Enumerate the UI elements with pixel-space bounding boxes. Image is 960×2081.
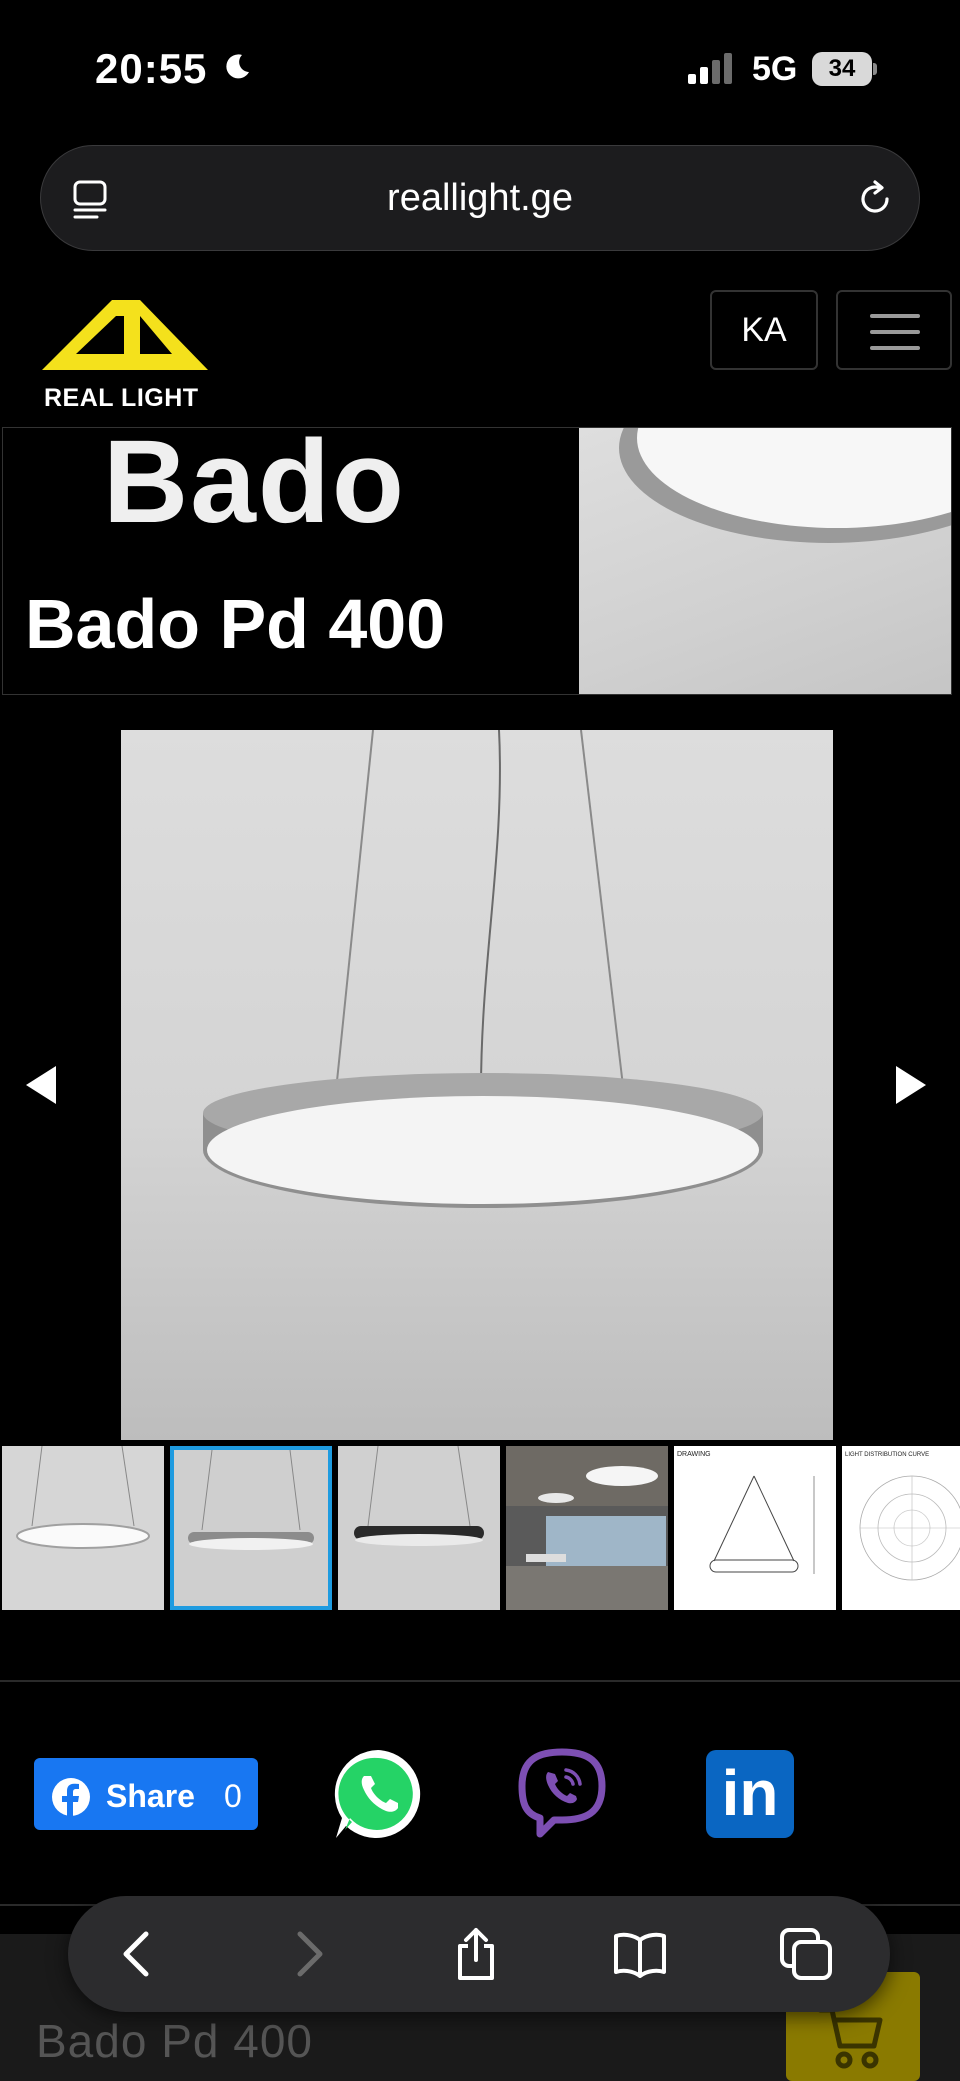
hero-subtitle: Bado Pd 400 <box>25 585 446 663</box>
battery-icon: 34 <box>812 52 877 86</box>
back-icon[interactable] <box>112 1926 168 1982</box>
tabs-icon[interactable] <box>778 1926 834 1982</box>
thumb-image <box>506 1446 668 1610</box>
thumb-distribution-curve[interactable]: LIGHT DISTRIBUTION CURVE <box>842 1446 960 1610</box>
moon-icon <box>226 54 249 79</box>
linkedin-label: in <box>721 1757 779 1829</box>
status-time: 20:55 <box>95 45 208 92</box>
viber-icon[interactable] <box>512 1744 612 1844</box>
thumb-drawing[interactable]: DRAWING <box>674 1446 836 1610</box>
bookmarks-icon[interactable] <box>612 1926 668 1982</box>
cart-icon <box>817 2007 883 2069</box>
real-light-logo[interactable]: REAL LIGHT <box>40 290 210 412</box>
pendant-lamp-image <box>203 730 763 1208</box>
network-label: 5G <box>752 50 798 88</box>
thumbnail-strip: DRAWING LIGHT DISTRIBUTION CURVE <box>0 1446 960 1610</box>
menu-button[interactable] <box>836 290 952 370</box>
facebook-share-label: Share <box>106 1778 195 1814</box>
status-bar: 20:55 5G 34 <box>0 0 960 140</box>
share-icon[interactable] <box>448 1926 504 1982</box>
main-product-image[interactable] <box>121 730 833 1440</box>
product-bar-title: Bado Pd 400 <box>36 2015 314 2067</box>
battery-level: 34 <box>812 52 872 86</box>
thumb-white-pendant[interactable] <box>2 1446 164 1610</box>
linkedin-icon[interactable]: in <box>706 1750 794 1838</box>
lamp-closeup-image <box>619 428 951 543</box>
facebook-share-button[interactable]: Share 0 <box>34 1758 258 1830</box>
signal-icon <box>688 53 732 84</box>
language-button[interactable]: KA <box>710 290 818 370</box>
thumb-curve-label: LIGHT DISTRIBUTION CURVE <box>845 1452 929 1458</box>
address-bar[interactable]: reallight.ge <box>40 145 920 251</box>
reload-icon[interactable] <box>853 177 897 221</box>
thumb-image <box>338 1446 500 1610</box>
logo-text: REAL LIGHT <box>44 384 199 412</box>
forward-icon[interactable] <box>278 1926 334 1982</box>
hamburger-icon-line <box>870 330 920 334</box>
whatsapp-icon[interactable] <box>328 1744 428 1844</box>
thumb-image <box>2 1446 164 1610</box>
hero-lamp-image <box>579 428 951 694</box>
hero-title: Bado <box>103 427 406 548</box>
thumb-grey-pendant[interactable] <box>170 1446 332 1610</box>
thumb-image <box>174 1450 328 1606</box>
thumb-drawing-label: DRAWING <box>677 1451 711 1458</box>
gallery-next-arrow-icon[interactable] <box>888 1060 932 1110</box>
browser-toolbar <box>68 1896 890 2012</box>
facebook-icon <box>52 1778 90 1816</box>
hero-banner: Bado Bado Pd 400 <box>2 427 952 695</box>
battery-cap <box>873 63 877 75</box>
thumb-black-pendant[interactable] <box>338 1446 500 1610</box>
site-header: REAL LIGHT KA <box>0 270 960 428</box>
url-text[interactable]: reallight.ge <box>41 177 919 220</box>
section-divider <box>0 1680 960 1682</box>
thumb-image: DRAWING <box>674 1446 836 1610</box>
hamburger-icon-line <box>870 346 920 350</box>
logo-triangle-icon <box>42 300 208 370</box>
facebook-share-count: 0 <box>224 1778 242 1814</box>
gallery-prev-arrow-icon[interactable] <box>20 1060 64 1110</box>
thumb-office-install[interactable] <box>506 1446 668 1610</box>
thumb-image: LIGHT DISTRIBUTION CURVE <box>842 1446 960 1610</box>
hamburger-icon <box>870 314 920 318</box>
